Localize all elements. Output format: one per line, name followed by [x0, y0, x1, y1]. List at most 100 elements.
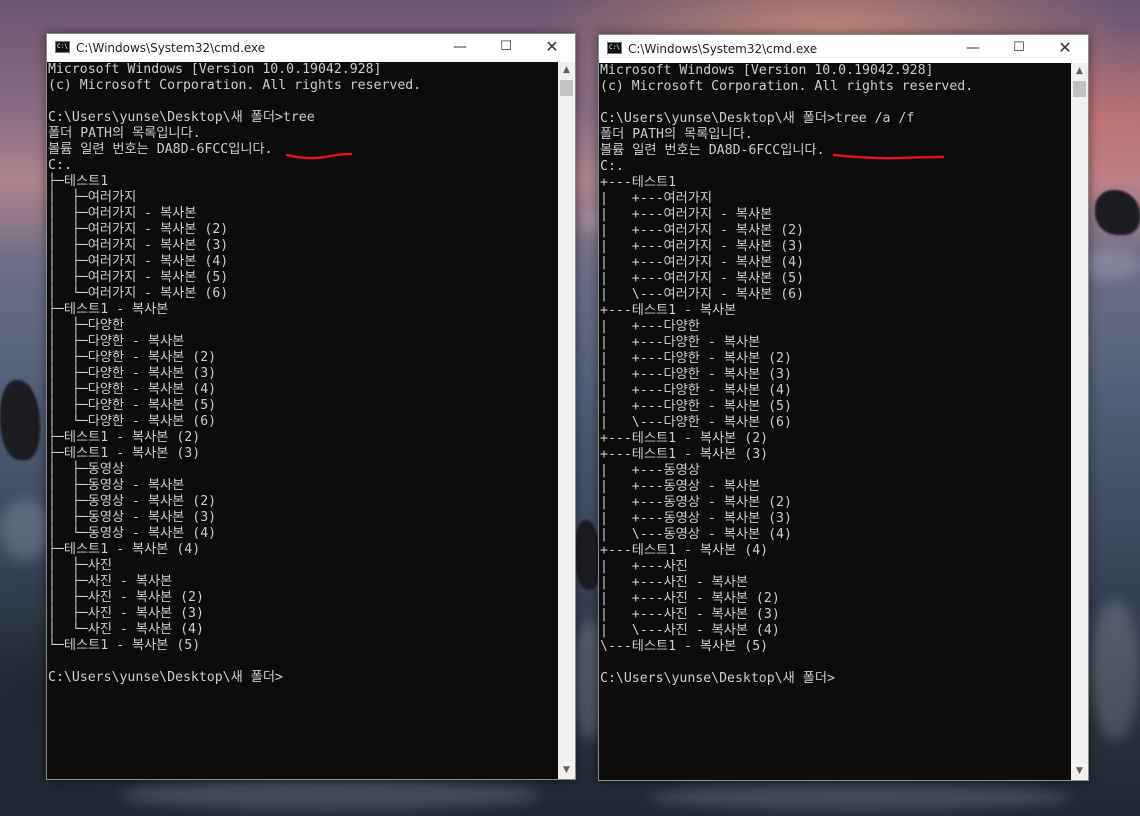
console-line: │ ├─동영상 - 복사본	[48, 478, 185, 493]
cmd-icon[interactable]: C:\	[607, 42, 622, 54]
console-output[interactable]: Microsoft Windows [Version 10.0.19042.92…	[47, 62, 558, 779]
console-line: | \---동영상 - 복사본 (4)	[600, 527, 792, 542]
console-line: ├─테스트1 - 복사본 (3)	[48, 446, 201, 461]
console-line: ├─테스트1 - 복사본	[48, 302, 169, 317]
console-line: C:.	[600, 159, 624, 174]
console-line: │ ├─다양한 - 복사본 (2)	[48, 350, 217, 365]
console-line: | +---다양한 - 복사본 (3)	[600, 367, 792, 382]
console-line: Microsoft Windows [Version 10.0.19042.92…	[48, 62, 382, 77]
console-line: | \---여러가지 - 복사본 (6)	[600, 287, 805, 302]
console-line: C:\Users\yunse\Desktop\새 폴더>	[600, 671, 835, 686]
console-line: \---테스트1 - 복사본 (5)	[600, 639, 769, 654]
console-line: │ ├─다양한	[48, 318, 125, 333]
console-line: │ ├─동영상 - 복사본 (2)	[48, 494, 217, 509]
window-title: C:\Windows\System32\cmd.exe	[76, 41, 266, 55]
console-line: C:.	[48, 158, 72, 173]
cmd-icon[interactable]: C:\	[55, 41, 70, 53]
console-line: │ └─다양한 - 복사본 (6)	[48, 414, 217, 429]
console-line: | +---사진 - 복사본	[600, 575, 748, 590]
console-line: │ ├─사진	[48, 558, 112, 573]
console-line: C:\Users\yunse\Desktop\새 폴더>tree /a /f	[600, 111, 915, 126]
console-line: | +---다양한 - 복사본 (5)	[600, 399, 792, 414]
console-line: | +---여러가지 - 복사본 (3)	[600, 239, 805, 254]
console-line: (c) Microsoft Corporation. All rights re…	[48, 78, 422, 93]
console-output[interactable]: Microsoft Windows [Version 10.0.19042.92…	[599, 63, 1071, 780]
console-line: | +---동영상 - 복사본	[600, 479, 761, 494]
console-line: | +---사진 - 복사본 (2)	[600, 591, 780, 606]
console-line: +---테스트1 - 복사본 (4)	[600, 543, 769, 558]
console-line: | +---사진 - 복사본 (3)	[600, 607, 780, 622]
console-line: │ ├─여러가지 - 복사본 (2)	[48, 222, 229, 237]
console-line: C:\Users\yunse\Desktop\새 폴더>tree	[48, 110, 315, 125]
console-line: ├─테스트1 - 복사본 (4)	[48, 542, 201, 557]
console-line: │ ├─동영상 - 복사본 (3)	[48, 510, 217, 525]
console-line: +---테스트1 - 복사본	[600, 303, 737, 318]
console-line: | +---다양한 - 복사본 (2)	[600, 351, 792, 366]
console-line: │ └─사진 - 복사본 (4)	[48, 622, 204, 637]
red-underline-annotation	[285, 152, 353, 160]
console-line: │ ├─사진 - 복사본 (3)	[48, 606, 204, 621]
console-line: │ ├─여러가지	[48, 190, 137, 205]
maximize-button[interactable]: ☐	[483, 34, 529, 62]
scrollbar-thumb[interactable]	[560, 80, 573, 96]
vertical-scrollbar[interactable]: ▲ ▼	[558, 62, 575, 779]
scrollbar-thumb[interactable]	[1073, 81, 1086, 97]
chevron-down-icon[interactable]: ▼	[558, 762, 575, 779]
console-line: ├─테스트1	[48, 174, 109, 189]
title-bar[interactable]: C:\ C:\Windows\System32\cmd.exe — ☐ ✕	[47, 34, 575, 62]
console-line: │ ├─다양한 - 복사본	[48, 334, 185, 349]
console-line: 볼륨 일련 번호는 DA8D-6FCC입니다.	[600, 143, 825, 158]
console-line: │ ├─다양한 - 복사본 (3)	[48, 366, 217, 381]
console-line: | +---동영상	[600, 463, 700, 478]
console-line: (c) Microsoft Corporation. All rights re…	[600, 79, 974, 94]
minimize-button[interactable]: —	[437, 34, 483, 62]
console-line: │ ├─여러가지 - 복사본 (4)	[48, 254, 229, 269]
console-line: │ ├─여러가지 - 복사본	[48, 206, 197, 221]
console-line: │ ├─사진 - 복사본 (2)	[48, 590, 204, 605]
console-line: | +---여러가지 - 복사본 (5)	[600, 271, 805, 286]
console-line: │ └─동영상 - 복사본 (4)	[48, 526, 217, 541]
console-line: │ ├─여러가지 - 복사본 (3)	[48, 238, 229, 253]
chevron-down-icon[interactable]: ▼	[1071, 763, 1088, 780]
title-bar[interactable]: C:\ C:\Windows\System32\cmd.exe — ☐ ✕	[599, 35, 1088, 63]
chevron-up-icon[interactable]: ▲	[1071, 63, 1088, 80]
console-line: +---테스트1 - 복사본 (2)	[600, 431, 769, 446]
chevron-up-icon[interactable]: ▲	[558, 62, 575, 79]
console-line: │ ├─동영상	[48, 462, 125, 477]
console-line: └─테스트1 - 복사본 (5)	[48, 638, 201, 653]
red-underline-annotation	[832, 153, 945, 160]
console-line: | +---다양한	[600, 319, 700, 334]
console-line: +---테스트1	[600, 175, 677, 190]
console-line: +---테스트1 - 복사본 (3)	[600, 447, 769, 462]
cmd-window-right[interactable]: C:\ C:\Windows\System32\cmd.exe — ☐ ✕ Mi…	[598, 34, 1089, 781]
close-button[interactable]: ✕	[529, 34, 575, 62]
console-line: │ ├─다양한 - 복사본 (5)	[48, 398, 217, 413]
cmd-window-left[interactable]: C:\ C:\Windows\System32\cmd.exe — ☐ ✕ Mi…	[46, 33, 576, 780]
console-line: ├─테스트1 - 복사본 (2)	[48, 430, 201, 445]
minimize-button[interactable]: —	[950, 35, 996, 63]
console-line: │ └─여러가지 - 복사본 (6)	[48, 286, 229, 301]
console-line: | +---여러가지 - 복사본 (2)	[600, 223, 805, 238]
console-line: │ ├─사진 - 복사본	[48, 574, 173, 589]
console-line: 폴더 PATH의 목록입니다.	[600, 127, 753, 142]
console-line: | +---다양한 - 복사본	[600, 335, 761, 350]
console-line: │ ├─여러가지 - 복사본 (5)	[48, 270, 229, 285]
console-line: | +---여러가지 - 복사본	[600, 207, 773, 222]
console-line: | +---동영상 - 복사본 (2)	[600, 495, 792, 510]
console-line: | +---여러가지 - 복사본 (4)	[600, 255, 805, 270]
console-line: 볼륨 일련 번호는 DA8D-6FCC입니다.	[48, 142, 273, 157]
console-line: C:\Users\yunse\Desktop\새 폴더>	[48, 670, 283, 685]
console-line: | \---사진 - 복사본 (4)	[600, 623, 780, 638]
maximize-button[interactable]: ☐	[996, 35, 1042, 63]
console-line: │ ├─다양한 - 복사본 (4)	[48, 382, 217, 397]
vertical-scrollbar[interactable]: ▲ ▼	[1071, 63, 1088, 780]
window-title: C:\Windows\System32\cmd.exe	[628, 42, 818, 56]
console-line: | +---다양한 - 복사본 (4)	[600, 383, 792, 398]
console-line: | +---여러가지	[600, 191, 713, 206]
console-line: | +---사진	[600, 559, 688, 574]
console-line: | +---동영상 - 복사본 (3)	[600, 511, 792, 526]
console-line: Microsoft Windows [Version 10.0.19042.92…	[600, 63, 934, 78]
console-line: 폴더 PATH의 목록입니다.	[48, 126, 201, 141]
console-line: | \---다양한 - 복사본 (6)	[600, 415, 792, 430]
close-button[interactable]: ✕	[1042, 35, 1088, 63]
